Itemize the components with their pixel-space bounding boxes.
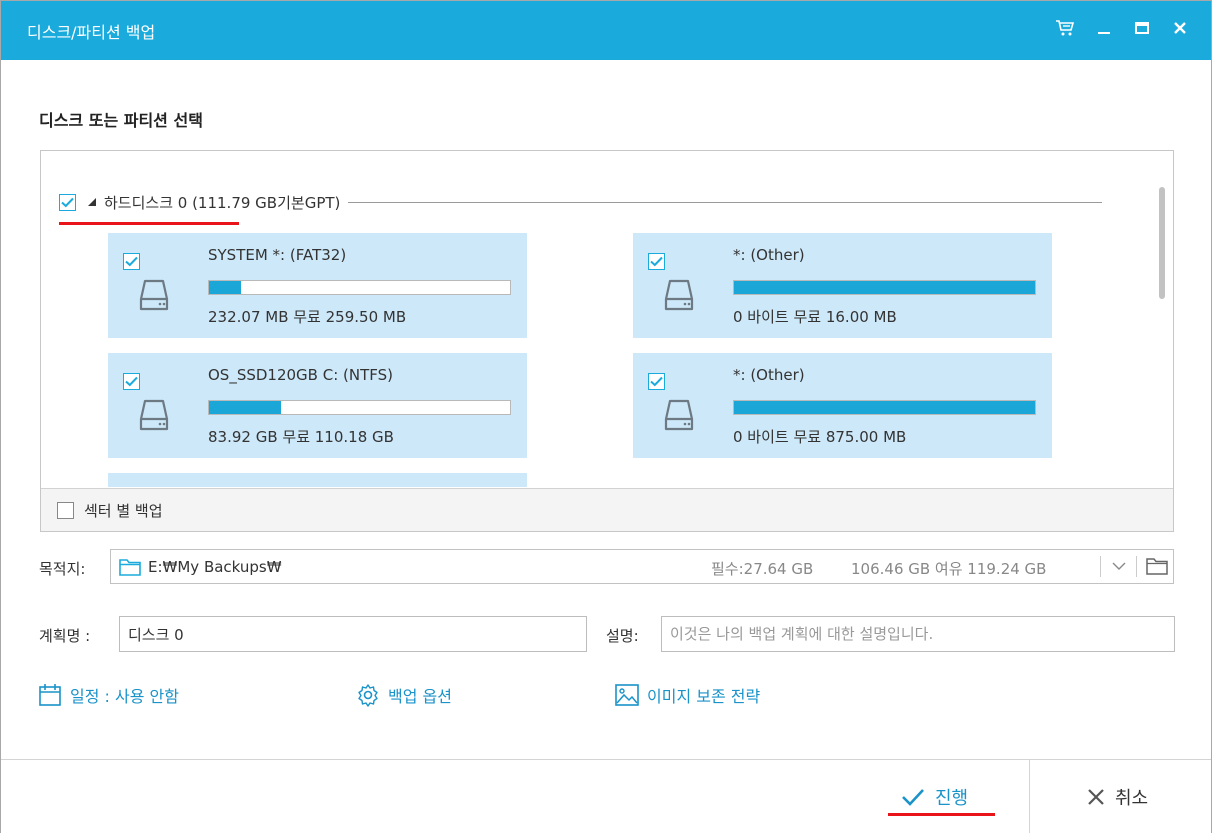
cancel-label: 취소 bbox=[1115, 788, 1149, 809]
sector-backup-row: 섹터 별 백업 bbox=[41, 488, 1173, 531]
section-title: 디스크 또는 파티션 선택 bbox=[39, 111, 203, 130]
plan-name-input[interactable] bbox=[119, 616, 587, 652]
required-space: 필수:27.64 GB bbox=[711, 560, 814, 578]
disk-divider bbox=[348, 201, 1102, 203]
partition-size: 0 바이트 무료 875.00 MB bbox=[733, 428, 907, 446]
scrollbar-thumb[interactable] bbox=[1159, 187, 1165, 299]
check-icon bbox=[61, 197, 74, 207]
image-icon bbox=[615, 684, 639, 706]
cart-button[interactable] bbox=[1050, 15, 1080, 45]
backup-window: 디스크/파티션 백업 디스크 또는 파티션 선택 하드디스크 0 (111.79… bbox=[0, 0, 1212, 833]
collapse-triangle-icon[interactable] bbox=[88, 198, 96, 206]
window-title: 디스크/파티션 백업 bbox=[27, 23, 156, 42]
check-icon bbox=[125, 376, 138, 387]
partition-card[interactable]: *: (Other) 0 바이트 무료 875.00 MB bbox=[633, 353, 1052, 458]
check-icon bbox=[650, 256, 663, 267]
minimize-button[interactable] bbox=[1089, 15, 1119, 45]
drive-icon bbox=[664, 399, 694, 431]
footer: 진행 취소 bbox=[1, 759, 1211, 833]
separator bbox=[1136, 556, 1137, 577]
check-icon bbox=[125, 256, 138, 267]
disk-list: 하드디스크 0 (111.79 GB기본GPT) SYSTEM *: (FAT3… bbox=[41, 167, 1159, 487]
destination-path: E:₩My Backups₩ bbox=[148, 558, 282, 576]
checkmark-icon bbox=[902, 789, 924, 806]
partition-name: OS_SSD120GB C: (NTFS) bbox=[208, 366, 394, 384]
calendar-icon bbox=[39, 684, 61, 706]
disk-label-highlight bbox=[59, 222, 239, 225]
close-icon bbox=[1088, 789, 1104, 805]
backup-options-label: 백업 옵션 bbox=[388, 687, 452, 706]
backup-options-link[interactable]: 백업 옵션 bbox=[356, 683, 452, 707]
partition-checkbox[interactable] bbox=[648, 373, 665, 390]
drive-icon bbox=[139, 399, 169, 431]
maximize-button[interactable] bbox=[1127, 15, 1157, 45]
partition-size: 0 바이트 무료 16.00 MB bbox=[733, 308, 897, 326]
free-space: 106.46 GB 여유 119.24 GB bbox=[851, 560, 1047, 578]
cancel-button[interactable]: 취소 bbox=[1087, 784, 1148, 810]
vertical-scrollbar[interactable] bbox=[1159, 173, 1165, 473]
proceed-label: 진행 bbox=[935, 788, 969, 809]
usage-bar-fill bbox=[209, 281, 241, 294]
usage-bar-fill bbox=[734, 401, 1035, 414]
drive-icon bbox=[664, 279, 694, 311]
disk-selection-panel: 하드디스크 0 (111.79 GB기본GPT) SYSTEM *: (FAT3… bbox=[40, 150, 1174, 532]
destination-label: 목적지: bbox=[39, 560, 86, 578]
separator bbox=[1100, 556, 1101, 577]
plan-name-label: 계획명 : bbox=[39, 627, 91, 645]
sector-backup-label[interactable]: 섹터 별 백업 bbox=[84, 500, 163, 521]
gear-icon bbox=[358, 684, 378, 707]
usage-bar bbox=[733, 400, 1036, 415]
schedule-label: 일정 : 사용 안함 bbox=[70, 687, 179, 706]
usage-bar-fill bbox=[734, 281, 1035, 294]
usage-bar-fill bbox=[209, 401, 281, 414]
image-strategy-label: 이미지 보존 전략 bbox=[647, 687, 761, 706]
partition-name: SYSTEM *: (FAT32) bbox=[208, 246, 347, 264]
sector-backup-checkbox[interactable] bbox=[57, 501, 74, 519]
usage-bar bbox=[733, 280, 1036, 295]
close-icon bbox=[1172, 20, 1188, 40]
destination-field[interactable]: E:₩My Backups₩ 필수:27.64 GB 106.46 GB 여유 … bbox=[110, 549, 1174, 584]
drive-icon bbox=[139, 279, 169, 311]
folder-icon bbox=[119, 558, 141, 580]
partition-card[interactable] bbox=[108, 473, 527, 487]
partition-checkbox[interactable] bbox=[123, 373, 140, 390]
close-button[interactable] bbox=[1165, 15, 1195, 45]
partition-size: 83.92 GB 무료 110.18 GB bbox=[208, 428, 394, 446]
partition-checkbox[interactable] bbox=[123, 253, 140, 270]
usage-bar bbox=[208, 280, 511, 295]
title-bar: 디스크/파티션 백업 bbox=[1, 1, 1211, 60]
partition-card[interactable]: SYSTEM *: (FAT32) 232.07 MB 무료 259.50 MB bbox=[108, 233, 527, 338]
maximize-icon bbox=[1134, 20, 1150, 40]
proceed-highlight bbox=[888, 813, 995, 816]
footer-divider bbox=[1029, 760, 1030, 833]
description-input[interactable] bbox=[661, 616, 1175, 652]
minimize-icon bbox=[1096, 20, 1112, 40]
partition-name: *: (Other) bbox=[733, 366, 805, 384]
partition-checkbox[interactable] bbox=[648, 253, 665, 270]
disk-header: 하드디스크 0 (111.79 GB기본GPT) bbox=[59, 191, 1102, 213]
partition-card[interactable]: *: (Other) 0 바이트 무료 16.00 MB bbox=[633, 233, 1052, 338]
image-strategy-link[interactable]: 이미지 보존 전략 bbox=[615, 683, 760, 707]
disk-label: 하드디스크 0 (111.79 GB기본GPT) bbox=[104, 193, 341, 212]
partition-card[interactable]: OS_SSD120GB C: (NTFS) 83.92 GB 무료 110.18… bbox=[108, 353, 527, 458]
description-label: 설명: bbox=[606, 627, 639, 645]
proceed-button[interactable]: 진행 bbox=[901, 784, 968, 810]
usage-bar bbox=[208, 400, 511, 415]
chevron-down-icon[interactable] bbox=[1111, 558, 1127, 578]
disk-checkbox[interactable] bbox=[59, 193, 76, 211]
schedule-link[interactable]: 일정 : 사용 안함 bbox=[38, 683, 179, 707]
partition-name: *: (Other) bbox=[733, 246, 805, 264]
partition-size: 232.07 MB 무료 259.50 MB bbox=[208, 308, 407, 326]
check-icon bbox=[650, 376, 663, 387]
browse-folder-icon[interactable] bbox=[1146, 557, 1168, 579]
cart-icon bbox=[1055, 19, 1075, 41]
